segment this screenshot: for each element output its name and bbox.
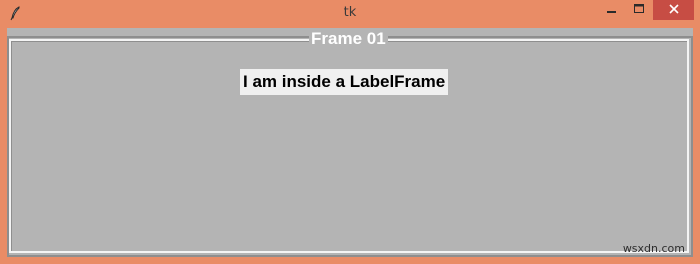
watermark-text: wsxdn.com — [622, 242, 685, 255]
title-bar[interactable]: tk — [0, 0, 700, 28]
maximize-button[interactable] — [627, 0, 651, 20]
app-window: tk Frame 01 I am inside a LabelFrame wsx… — [0, 0, 700, 264]
close-icon — [668, 1, 679, 19]
minimize-icon — [607, 1, 617, 19]
close-button[interactable] — [653, 0, 694, 20]
content-label: I am inside a LabelFrame — [240, 69, 449, 95]
maximize-icon — [633, 1, 645, 19]
window-client-area: Frame 01 I am inside a LabelFrame wsxdn.… — [7, 28, 693, 257]
minimize-button[interactable] — [600, 0, 624, 20]
labelframe-title: Frame 01 — [309, 29, 388, 49]
window-title: tk — [343, 5, 357, 20]
